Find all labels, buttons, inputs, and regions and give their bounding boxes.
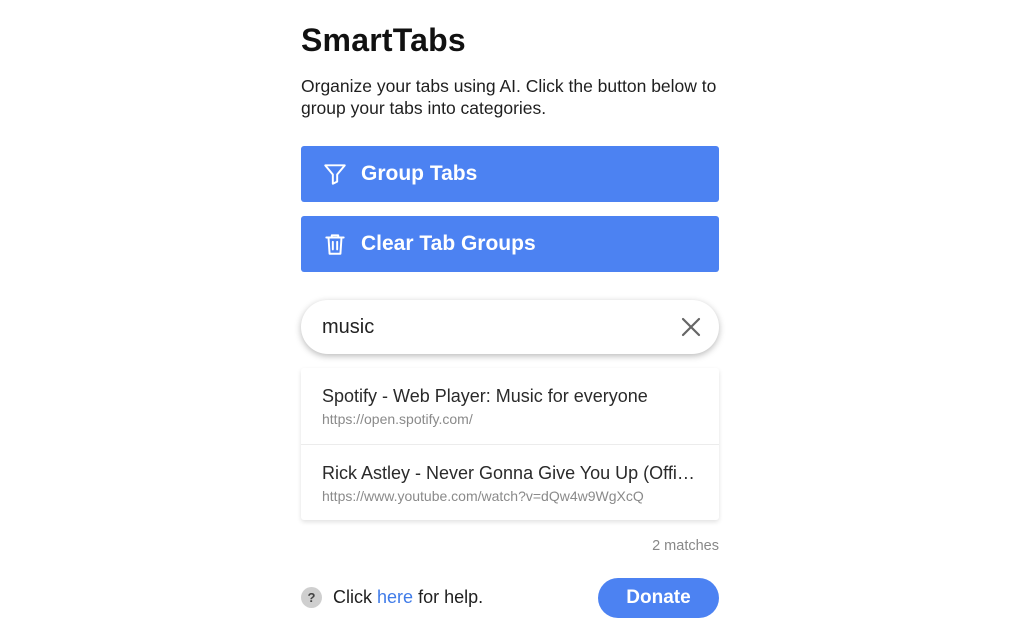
donate-button[interactable]: Donate [598,578,719,618]
list-item[interactable]: Rick Astley - Never Gonna Give You Up (O… [301,444,719,520]
result-url: https://open.spotify.com/ [322,411,473,427]
clear-tab-groups-label: Clear Tab Groups [361,232,536,255]
help-prefix: Click [333,587,372,607]
help-icon: ? [301,587,322,608]
help-text: ? Click here for help. [301,587,483,608]
help-suffix: for help. [418,587,484,607]
smarttabs-panel: SmartTabs Organize your tabs using AI. C… [301,0,719,618]
footer: ? Click here for help. Donate [301,578,719,618]
help-link[interactable]: here [377,587,413,608]
trash-icon [322,231,348,257]
search-box [301,300,719,354]
search-input[interactable] [322,315,652,339]
result-title: Spotify - Web Player: Music for everyone [322,386,648,406]
app-title: SmartTabs [301,22,466,58]
clear-tab-groups-button[interactable]: Clear Tab Groups [301,216,719,272]
group-tabs-label: Group Tabs [361,162,478,185]
filter-icon [322,161,348,187]
result-title: Rick Astley - Never Gonna Give You Up (O… [322,463,698,483]
search-results-list: Spotify - Web Player: Music for everyone… [301,368,719,520]
match-count: 2 matches [652,538,719,554]
close-icon[interactable] [680,316,702,338]
list-item[interactable]: Spotify - Web Player: Music for everyone… [301,368,719,444]
app-description: Organize your tabs using AI. Click the b… [301,76,717,118]
group-tabs-button[interactable]: Group Tabs [301,146,719,202]
result-url: https://www.youtube.com/watch?v=dQw4w9Wg… [322,488,644,504]
